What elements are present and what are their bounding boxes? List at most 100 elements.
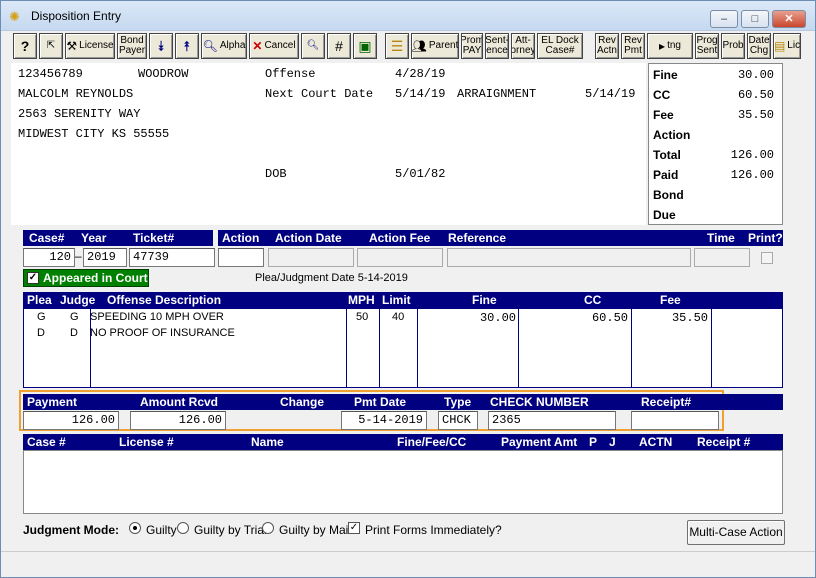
payment-col-header: Payment [27, 395, 78, 409]
action-date-input[interactable] [268, 248, 354, 267]
guilty-by-mail-label: Guilty by Mail [279, 523, 352, 537]
mc-receipt-header: Receipt # [697, 435, 751, 449]
expand-button[interactable]: ⇱ [39, 33, 63, 59]
red-x-icon: ✕ [252, 39, 263, 53]
guilty-radio[interactable] [129, 522, 141, 534]
payment-type-input[interactable]: CHCK [438, 411, 478, 430]
rev-pmt-button[interactable]: Rev Pmt [621, 33, 645, 59]
forward-icon: ▸ [659, 39, 666, 53]
case-dash: – [75, 249, 82, 263]
reference-input[interactable] [447, 248, 691, 267]
rev-pmt-label-2: Pmt [624, 45, 642, 56]
el-dock-case-button[interactable]: EL Dock Case# [537, 33, 583, 59]
check-number-input[interactable]: 2365 [488, 411, 616, 430]
attorney-button[interactable]: Att-orney [511, 33, 535, 59]
defendant-address2: MIDWEST CITY KS 55555 [18, 127, 170, 141]
lic-label: Lic [787, 40, 801, 51]
alpha-button[interactable]: 🔍︎ Alpha [201, 33, 247, 59]
payment-date-input[interactable]: 5-14-2019 [341, 411, 427, 430]
case-header: Case# Year Ticket# [23, 230, 213, 246]
next-court-type: ARRAIGNMENT [457, 87, 537, 101]
number-button[interactable]: # [327, 33, 351, 59]
move-down-button[interactable]: ⯯ [149, 33, 173, 59]
payment-header: Payment Amount Rcvd Change Pmt Date Type… [23, 394, 783, 410]
radio-dot [133, 526, 137, 530]
mc-j-header: J [609, 435, 616, 449]
action-fee-input[interactable] [357, 248, 443, 267]
mc-license-header: License # [119, 435, 174, 449]
reference-header: Reference [448, 231, 507, 245]
receipt-number-input[interactable] [631, 411, 719, 430]
save-button[interactable]: ▣ [353, 33, 377, 59]
multi-case-table-body[interactable] [23, 450, 783, 514]
people-icon: 👥︎ [411, 39, 427, 53]
mph-cell: 50 [356, 311, 369, 323]
case-num-header: Case# [29, 231, 65, 245]
print-checkbox[interactable] [761, 252, 773, 264]
prob-button[interactable]: Prob [721, 33, 745, 59]
license-button[interactable]: ⚒ License [65, 33, 115, 59]
prog-sent-button[interactable]: Prog Sent [695, 33, 719, 59]
fee-value: 35.50 [737, 108, 774, 122]
receipt-col-header: Receipt# [641, 395, 692, 409]
lic-button[interactable]: ▤ Lic [773, 33, 801, 59]
multi-case-action-button[interactable]: Multi-Case Action [687, 520, 785, 545]
fee-label: Fee [653, 108, 674, 122]
notepad-icon: ☰ [390, 38, 404, 54]
prom-pay-button[interactable]: Prom PAY [461, 33, 483, 59]
offense-table-body: G G SPEEDING 10 MPH OVER 50 40 30.00 60.… [23, 308, 783, 388]
appeared-checkbox[interactable]: ✓ [27, 272, 39, 284]
maximize-button[interactable]: □ [741, 10, 769, 28]
plea-cell: G [37, 311, 46, 323]
table-row[interactable]: D D NO PROOF OF INSURANCE [24, 327, 782, 343]
appeared-in-court-toggle[interactable]: ✓ Appeared in Court [23, 269, 149, 287]
year-input[interactable]: 2019 [83, 248, 127, 267]
guilty-by-trial-radio[interactable] [177, 522, 189, 534]
move-up-button[interactable]: ⯭ [175, 33, 199, 59]
parent-button[interactable]: 👥︎ Parent [411, 33, 459, 59]
action-input[interactable] [218, 248, 264, 267]
bond-label: Bond [653, 188, 684, 202]
case-number-input[interactable]: 120 [23, 248, 75, 267]
close-button[interactable]: ✕ [772, 10, 806, 28]
payment-input[interactable]: 126.00 [23, 411, 119, 430]
action-fee-header: Action Fee [369, 231, 431, 245]
amount-received-input[interactable]: 126.00 [130, 411, 226, 430]
fee-col-header: Fee [660, 293, 681, 307]
notes-button[interactable]: ☰ [385, 33, 409, 59]
summary-panel: Fine 30.00 CC 60.50 Fee 35.50 Action Tot… [648, 63, 783, 225]
dob-value: 5/01/82 [395, 167, 446, 181]
total-value: 126.00 [730, 148, 774, 162]
guilty-by-mail-radio[interactable] [262, 522, 274, 534]
date-chg-button[interactable]: Date Chg [747, 33, 771, 59]
tng-button[interactable]: ▸ tng [647, 33, 693, 59]
defendant-address1: 2563 SERENITY WAY [18, 107, 141, 121]
fee-cell: 35.50 [671, 311, 708, 325]
minimize-button[interactable]: – [710, 10, 738, 28]
el-dock-label-2: Case# [545, 45, 575, 56]
limit-cell: 40 [392, 311, 405, 323]
offense-desc-cell: SPEEDING 10 MPH OVER [90, 311, 224, 323]
paid-value: 126.00 [730, 168, 774, 182]
dob-label: DOB [265, 167, 287, 181]
next-court-label: Next Court Date [265, 87, 374, 101]
paid-label: Paid [653, 168, 679, 182]
defendant-panel: 123456789 WOODROW MALCOLM REYNOLDS 2563 … [11, 63, 646, 225]
rev-actn-label-2: Actn [596, 45, 617, 56]
time-input[interactable] [694, 248, 750, 267]
search-button[interactable]: 🔍︎ [301, 33, 325, 59]
help-button[interactable]: ? [13, 33, 37, 59]
bond-payer-button[interactable]: Bond Payer [117, 33, 147, 59]
rev-actn-button[interactable]: Rev Actn [595, 33, 619, 59]
prom-pay-label-2: PAY [462, 45, 482, 56]
title-bar: ✺ Disposition Entry – □ ✕ [1, 1, 815, 31]
print-forms-checkbox[interactable]: ✓ [348, 522, 360, 534]
sentence-button[interactable]: Sent-ence [485, 33, 509, 59]
amount-col-header: Amount Rcvd [140, 395, 218, 409]
cc-col-header: CC [584, 293, 602, 307]
table-row[interactable]: G G SPEEDING 10 MPH OVER 50 40 30.00 60.… [24, 311, 782, 327]
print-forms-label: Print Forms Immediately? [365, 523, 502, 537]
mc-case-header: Case # [27, 435, 66, 449]
cancel-button[interactable]: ✕ Cancel [249, 33, 299, 59]
ticket-input[interactable]: 47739 [129, 248, 215, 267]
